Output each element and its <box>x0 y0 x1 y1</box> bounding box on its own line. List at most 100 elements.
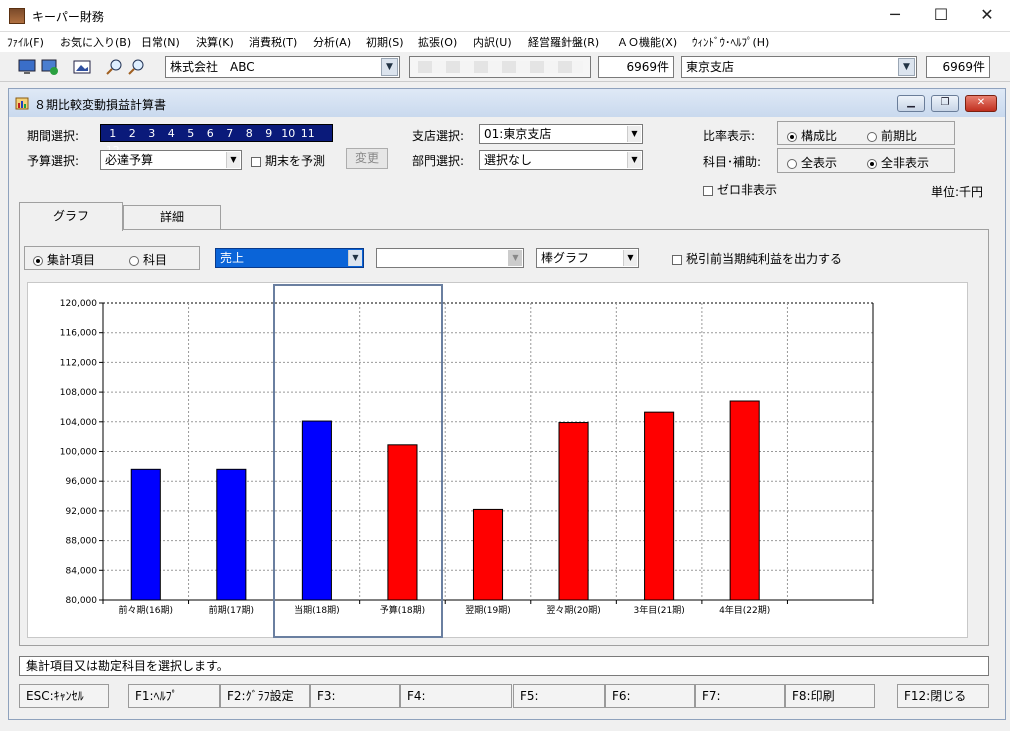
zero-hide-checkbox[interactable]: ゼロ非表示 <box>703 181 777 198</box>
chevron-down-icon[interactable]: ▼ <box>898 58 915 76</box>
budget-dropdown-value: 必達予算 <box>105 153 154 167</box>
y-tick-label: 120,000 <box>60 299 97 309</box>
menu-window-help[interactable]: ｳｨﾝﾄﾞｳ･ﾍﾙﾌﾟ(H) <box>692 34 769 50</box>
report-close-button[interactable]: ✕ <box>965 95 997 112</box>
subject-none-radio[interactable]: 全非表示 <box>867 154 929 171</box>
chart-type-dropdown[interactable]: 棒グラフ ▼ <box>536 248 639 268</box>
zero-hide-label: ゼロ非表示 <box>717 183 778 197</box>
report-icon <box>15 96 29 110</box>
budget-dropdown[interactable]: 必達予算 ▼ <box>100 150 242 170</box>
period-selector[interactable]: 123456789101112 <box>100 124 333 157</box>
maximize-button[interactable]: ☐ <box>918 0 964 32</box>
esc-cancel-button[interactable]: ESC:ｷｬﾝｾﾙ <box>19 684 109 708</box>
blurred-text <box>418 61 583 73</box>
y-tick-label: 84,000 <box>66 566 98 576</box>
radio-icon <box>787 158 797 169</box>
menu-file[interactable]: ﾌｧｲﾙ(F) <box>7 34 44 50</box>
x-tick-label: 前期(17期) <box>209 604 254 616</box>
y-tick-label: 100,000 <box>60 448 97 458</box>
sub-dropdown[interactable]: ▼ <box>376 248 524 268</box>
close-button[interactable]: ✕ <box>964 0 1010 32</box>
chevron-down-icon: ▼ <box>348 250 362 266</box>
month-8[interactable]: 8 <box>240 126 260 142</box>
radio-selected-icon <box>787 131 797 142</box>
branch-dropdown-value: 01:東京支店 <box>484 127 552 141</box>
refresh-icon[interactable] <box>40 57 60 77</box>
ratio-previous-radio[interactable]: 前期比 <box>867 127 917 144</box>
tab-graph[interactable]: グラフ <box>19 202 123 231</box>
radio-selected-icon <box>33 255 43 266</box>
branch-label: 支店選択: <box>412 129 465 143</box>
forecast-checkbox[interactable]: 期末を予測 <box>251 152 325 169</box>
change-button[interactable]: 変更 <box>346 148 388 169</box>
f1-help-button[interactable]: F1:ﾍﾙﾌﾟ <box>128 684 220 708</box>
f7-button[interactable]: F7: <box>695 684 785 708</box>
app-title: キーパー財務 <box>32 10 104 24</box>
x-tick-label: 4年目(22期) <box>719 604 770 616</box>
monitor-icon[interactable] <box>17 57 37 77</box>
x-tick-label: 翌期(19期) <box>465 605 510 616</box>
menu-daily[interactable]: 日常(N) <box>141 34 180 50</box>
mode-account-radio[interactable]: 科目 <box>129 251 167 268</box>
subject-label: 科目･補助: <box>703 155 762 169</box>
menu-favorites[interactable]: お気に入り(B) <box>60 34 131 50</box>
branch-select[interactable]: 東京支店 <box>681 56 917 78</box>
chevron-down-icon: ▼ <box>508 250 522 266</box>
menu-extend[interactable]: 拡張(O) <box>418 34 457 50</box>
minimize-button[interactable]: ─ <box>872 0 918 32</box>
menu-ao[interactable]: ＡＯ機能(X) <box>617 34 677 50</box>
menu-settlement[interactable]: 決算(K) <box>196 34 234 50</box>
f12-close-button[interactable]: F12:閉じる <box>897 684 989 708</box>
f5-button[interactable]: F5: <box>513 684 605 708</box>
ratio-composition-radio[interactable]: 構成比 <box>787 127 837 144</box>
report-restore-button[interactable]: ❐ <box>931 95 959 112</box>
company-select[interactable]: 株式会社 ABC <box>165 56 400 78</box>
month-9[interactable]: 9 <box>259 126 279 142</box>
zoom-out-icon[interactable] <box>126 57 146 77</box>
pretax-checkbox[interactable]: 税引前当期純利益を出力する <box>672 250 842 267</box>
budget-label: 予算選択: <box>27 154 80 168</box>
month-5[interactable]: 5 <box>181 126 201 142</box>
f6-button[interactable]: F6: <box>605 684 695 708</box>
month-11[interactable]: 11 <box>298 126 318 142</box>
menu-tax[interactable]: 消費税(T) <box>249 34 297 50</box>
menu-compass[interactable]: 経営羅針盤(R) <box>528 34 599 50</box>
f2-graph-settings-button[interactable]: F2:ｸﾞﾗﾌ設定 <box>220 684 310 708</box>
dept-dropdown[interactable]: 選択なし ▼ <box>479 150 643 170</box>
menu-analysis[interactable]: 分析(A) <box>313 34 351 50</box>
y-tick-label: 92,000 <box>66 507 98 517</box>
zoom-in-icon[interactable] <box>104 57 124 77</box>
month-10[interactable]: 10 <box>279 126 299 142</box>
mode-aggregate-radio[interactable]: 集計項目 <box>33 251 95 268</box>
month-2[interactable]: 2 <box>123 126 143 142</box>
mode-account-label: 科目 <box>143 253 168 267</box>
image-icon[interactable] <box>72 57 92 77</box>
chevron-down-icon: ▼ <box>627 152 641 168</box>
bar-5 <box>472 508 504 601</box>
checkbox-icon <box>672 254 682 265</box>
item-dropdown[interactable]: 売上 ▼ <box>215 248 364 268</box>
menu-breakdown[interactable]: 内訳(U) <box>473 34 512 50</box>
company-count: 6969件 <box>598 56 674 78</box>
month-7[interactable]: 7 <box>220 126 240 142</box>
month-4[interactable]: 4 <box>162 126 182 142</box>
ratio-composition-label: 構成比 <box>801 129 838 143</box>
chevron-down-icon[interactable]: ▼ <box>381 58 398 76</box>
y-tick-label: 112,000 <box>60 358 97 368</box>
masked-field <box>409 56 591 78</box>
branch-dropdown[interactable]: 01:東京支店 ▼ <box>479 124 643 144</box>
month-6[interactable]: 6 <box>201 126 221 142</box>
report-minimize-button[interactable]: ▁ <box>897 95 925 112</box>
forecast-label: 期末を予測 <box>265 154 326 168</box>
bar-1 <box>130 468 161 601</box>
subject-all-radio[interactable]: 全表示 <box>787 154 837 171</box>
ratio-label: 比率表示: <box>703 129 756 143</box>
tab-detail[interactable]: 詳細 <box>123 205 221 229</box>
menu-initial[interactable]: 初期(S) <box>366 34 404 50</box>
month-3[interactable]: 3 <box>142 126 162 142</box>
f3-button[interactable]: F3: <box>310 684 400 708</box>
f4-button[interactable]: F4: <box>400 684 512 708</box>
branch-name: 東京支店 <box>686 60 735 74</box>
f8-print-button[interactable]: F8:印刷 <box>785 684 875 708</box>
month-1[interactable]: 1 <box>103 126 123 142</box>
